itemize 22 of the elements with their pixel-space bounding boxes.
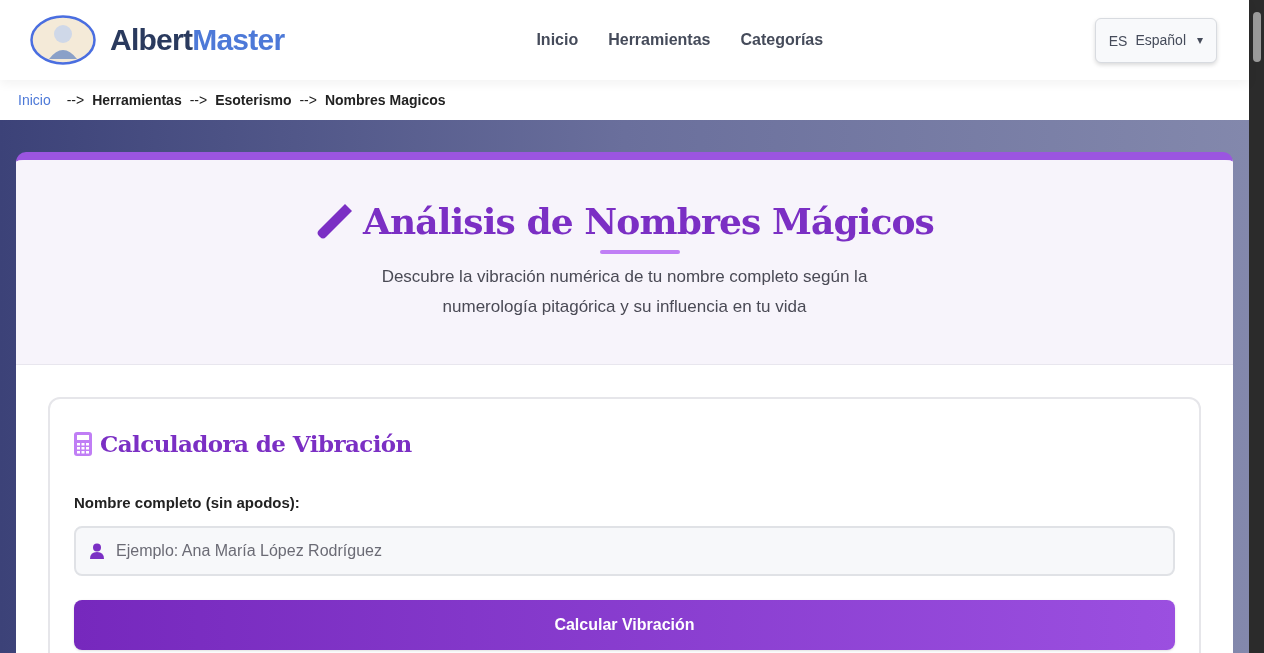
breadcrumb-separator: -->: [189, 90, 208, 110]
page-title: Análisis de Nombres Mágicos: [363, 199, 934, 244]
nav-link[interactable]: Inicio: [536, 28, 579, 52]
breadcrumb-item: Nombres Magicos: [324, 90, 446, 110]
name-input-field[interactable]: Ejemplo: Ana María López Rodríguez: [74, 526, 1175, 576]
page-subtitle: Descubre la vibración numérica de tu nombre completo según la numerología pitagórica y su influencia en tu vida: [380, 266, 869, 318]
user-icon: [90, 543, 104, 559]
brand-name: AlbertMaster: [110, 23, 285, 56]
nav-link[interactable]: Herramientas: [608, 28, 711, 52]
field-label: Nombre completo (sin apodos):: [74, 492, 301, 513]
calculator-title: Calculadora de Vibración: [100, 429, 412, 459]
nav-link[interactable]: Categorías: [740, 28, 824, 52]
breadcrumb-separator: -->: [66, 90, 85, 110]
scrollbar[interactable]: [1249, 0, 1264, 653]
language-selector[interactable]: ES Español ▾: [1094, 17, 1217, 63]
logo-avatar-icon[interactable]: [30, 15, 96, 65]
breadcrumb-item: Esoterismo: [215, 90, 292, 110]
breadcrumb-link[interactable]: Inicio: [18, 89, 51, 111]
breadcrumb-item: Herramientas: [92, 90, 182, 110]
calculate-button[interactable]: Calcular Vibración: [74, 600, 1175, 650]
calculator-icon: [74, 432, 92, 457]
breadcrumb-separator: -->: [299, 90, 317, 110]
